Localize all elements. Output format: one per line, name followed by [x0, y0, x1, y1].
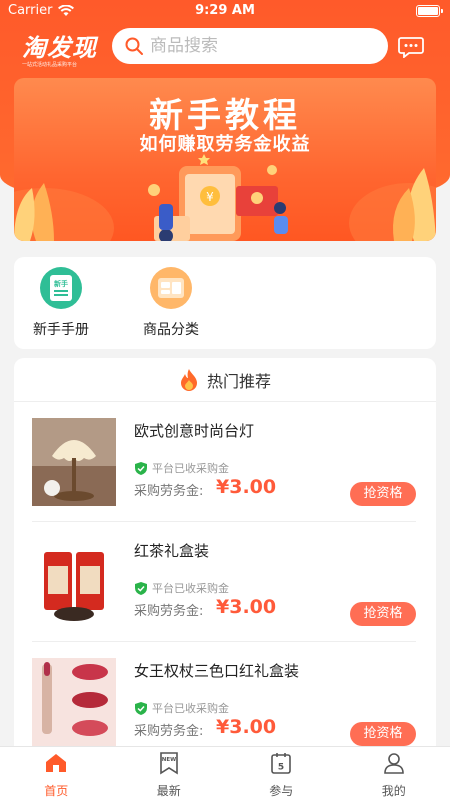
- handbook-icon: 新手: [40, 267, 82, 309]
- quick-links: 新手 新手手册 商品分类: [14, 257, 436, 349]
- calendar-icon: 5: [271, 753, 292, 774]
- message-icon[interactable]: [398, 36, 424, 58]
- shield-check-icon: [135, 461, 147, 475]
- handbook-badge: 新手: [54, 279, 68, 288]
- product-image-tea-gift-box: [32, 538, 116, 626]
- product-name: 红茶礼盒装: [134, 542, 210, 560]
- tab-label: 我的: [381, 784, 406, 798]
- product-item[interactable]: 女王权杖三色口红礼盒装 平台已收采购金 采购劳务金: ¥3.00 抢资格: [14, 642, 436, 762]
- status-bar: Carrier 9:29 AM: [0, 0, 450, 24]
- quick-link-label: 商品分类: [143, 322, 199, 338]
- quick-link-label: 新手手册: [33, 322, 89, 338]
- quick-link-category[interactable]: 商品分类: [126, 267, 216, 339]
- price-label: 采购劳务金:: [134, 484, 204, 499]
- svg-text:¥: ¥: [206, 190, 214, 204]
- price-label: 采购劳务金:: [134, 724, 204, 739]
- verify-text: 平台已收采购金: [152, 582, 229, 595]
- search-bar[interactable]: [112, 28, 388, 64]
- logo-subtitle: 一站式活动礼品采购平台: [22, 62, 78, 68]
- verify-text: 平台已收采购金: [152, 462, 229, 475]
- banner-subtitle: 如何赚取劳务金收益: [139, 134, 311, 155]
- logo-text: 淘发现: [22, 34, 97, 62]
- shield-check-icon: [135, 581, 147, 595]
- new-badge: NEW: [162, 757, 176, 763]
- product-name: 女王权杖三色口红礼盒装: [134, 662, 300, 680]
- tab-bar: 首页 NEW 最新 5 参与 我的: [0, 746, 450, 800]
- search-input[interactable]: [150, 36, 370, 56]
- new-bookmark-icon: NEW: [159, 752, 178, 775]
- home-icon: [46, 754, 67, 772]
- tab-participate[interactable]: 5 参与: [225, 747, 338, 800]
- tab-label: 首页: [44, 784, 69, 798]
- grab-qualification-button[interactable]: 抢资格: [350, 602, 416, 626]
- grab-qualification-button[interactable]: 抢资格: [350, 722, 416, 746]
- hot-recommend-header: 热门推荐: [14, 358, 436, 402]
- product-price: ¥3.00: [216, 476, 277, 498]
- flame-icon: [180, 368, 197, 391]
- verify-note: 平台已收采购金: [134, 460, 229, 476]
- grab-qualification-button[interactable]: 抢资格: [350, 482, 416, 506]
- category-icon: [150, 267, 192, 309]
- tab-latest[interactable]: NEW 最新: [113, 747, 226, 800]
- shield-check-icon: [135, 701, 147, 715]
- product-price: ¥3.00: [216, 716, 277, 738]
- tab-label: 最新: [156, 784, 181, 798]
- tab-label: 参与: [269, 784, 294, 798]
- price-label: 采购劳务金:: [134, 604, 204, 619]
- product-item[interactable]: 红茶礼盒装 平台已收采购金 采购劳务金: ¥3.00 抢资格: [14, 522, 436, 642]
- verify-note: 平台已收采购金: [134, 580, 229, 596]
- calendar-badge: 5: [278, 763, 284, 773]
- verify-note: 平台已收采购金: [134, 700, 229, 716]
- quick-link-handbook[interactable]: 新手 新手手册: [16, 267, 106, 339]
- tab-mine[interactable]: 我的: [338, 747, 450, 800]
- product-image-lipstick-gift-box: [32, 658, 116, 746]
- tutorial-banner[interactable]: ¥ 新手教程 如何赚取劳务金收益: [14, 78, 436, 241]
- product-image-table-lamp: [32, 418, 116, 506]
- product-price: ¥3.00: [216, 596, 277, 618]
- app-logo: 淘发现 一站式活动礼品采购平台: [22, 28, 102, 68]
- verify-text: 平台已收采购金: [152, 702, 229, 715]
- hot-recommend-section: 热门推荐 欧式创意时尚台灯 平台已收采购金 采购劳务金: ¥3.00 抢资格 红…: [14, 358, 436, 778]
- user-icon: [383, 753, 404, 774]
- tab-home[interactable]: 首页: [0, 747, 113, 800]
- search-icon: [125, 37, 143, 55]
- clock: 9:29 AM: [195, 3, 255, 18]
- battery-icon: [416, 5, 443, 17]
- product-item[interactable]: 欧式创意时尚台灯 平台已收采购金 采购劳务金: ¥3.00 抢资格: [14, 402, 436, 522]
- hot-recommend-title: 热门推荐: [206, 371, 271, 391]
- product-name: 欧式创意时尚台灯: [134, 422, 255, 440]
